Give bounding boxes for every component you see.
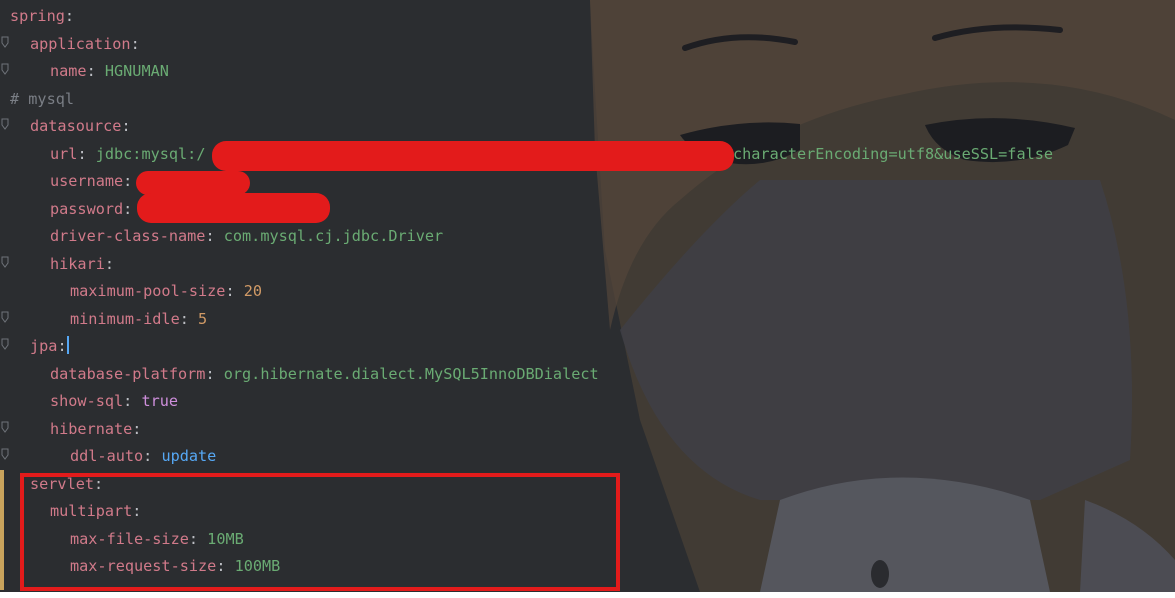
code-line-current: jpa:: [30, 336, 69, 355]
bottom-strip: [0, 592, 1175, 598]
text-caret: [66, 336, 69, 354]
code-line-url-suffix: characterEncoding=utf8&useSSL=false: [733, 145, 1054, 163]
code-line: application:: [30, 35, 140, 53]
redaction-url: [212, 141, 734, 171]
code-line: spring:: [10, 7, 75, 25]
code-line: hikari:: [50, 255, 115, 273]
code-line: username:: [50, 172, 133, 190]
code-line: password:: [50, 200, 133, 218]
code-line: ddl-auto: update: [70, 447, 217, 465]
code-line: minimum-idle: 5: [70, 310, 208, 328]
code-line: hibernate:: [50, 420, 142, 438]
code-line: driver-class-name: com.mysql.cj.jdbc.Dri…: [50, 227, 444, 245]
code-line: datasource:: [30, 117, 131, 135]
code-line: name: HGNUMAN: [50, 62, 169, 80]
highlight-box-servlet: [20, 473, 620, 591]
code-editor[interactable]: spring: application: name: HGNUMAN # mys…: [0, 0, 1175, 592]
code-line: database-platform: org.hibernate.dialect…: [50, 365, 599, 383]
code-line: # mysql: [10, 90, 75, 108]
redaction-username: [136, 171, 250, 195]
redaction-password: [137, 193, 330, 223]
code-line: url: jdbc:mysql:/: [50, 145, 206, 163]
code-line: maximum-pool-size: 20: [70, 282, 263, 300]
code-line: show-sql: true: [50, 392, 179, 410]
